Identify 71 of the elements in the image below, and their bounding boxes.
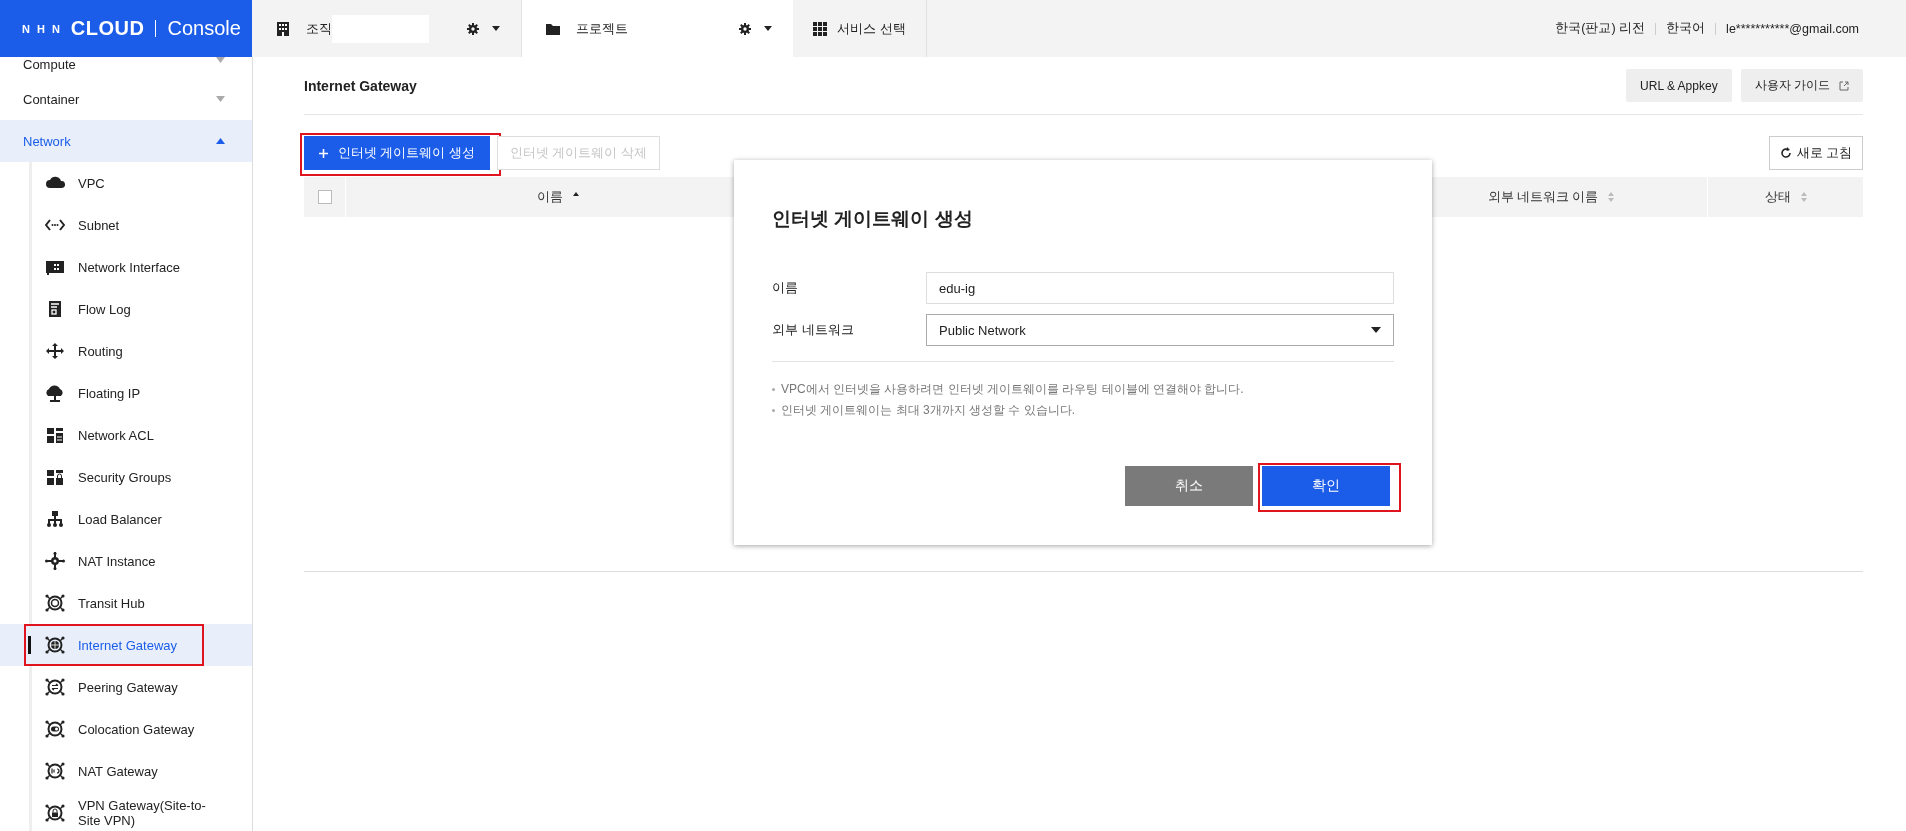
page-title: Internet Gateway bbox=[304, 77, 417, 94]
plus-icon bbox=[319, 148, 328, 158]
account-email[interactable]: le***********@gmail.com bbox=[1726, 21, 1859, 36]
building-icon bbox=[276, 21, 290, 36]
sidebar-item[interactable]: Subnet bbox=[0, 204, 252, 246]
sidebar-category[interactable]: Container bbox=[0, 78, 252, 120]
toggle-icon bbox=[45, 720, 65, 738]
column-header[interactable]: 상태 bbox=[1764, 188, 1791, 206]
logo: NHN CLOUD Console bbox=[0, 0, 252, 57]
sidebar-item[interactable]: Flow Log bbox=[0, 288, 252, 330]
sidebar-item[interactable]: NAT Gateway bbox=[0, 750, 252, 792]
grid-icon bbox=[45, 426, 65, 444]
sidebar-item[interactable]: Floating IP bbox=[0, 372, 252, 414]
caret-icon bbox=[491, 24, 501, 33]
project-selector[interactable]: 프로젝트 bbox=[522, 0, 793, 57]
card-icon bbox=[45, 258, 65, 276]
region-selector[interactable]: 한국(판교) 리전 bbox=[1555, 20, 1646, 37]
caret-icon bbox=[763, 24, 773, 33]
column-header[interactable]: 이름 bbox=[537, 188, 563, 206]
sidebar-item[interactable]: Security Groups bbox=[0, 456, 252, 498]
url-appkey-button[interactable]: URL & Appkey bbox=[1626, 69, 1732, 102]
folder-icon bbox=[546, 21, 560, 36]
refresh-button[interactable]: 새로 고침 bbox=[1768, 136, 1863, 170]
column-header[interactable]: 외부 네트워크 이름 bbox=[1487, 188, 1599, 206]
sidebar-item[interactable]: Transit Hub bbox=[0, 582, 252, 624]
dialog-title: 인터넷 게이트웨이 생성 bbox=[772, 207, 974, 231]
globe-icon bbox=[45, 636, 65, 654]
lock-icon bbox=[45, 804, 65, 822]
caret-down-icon bbox=[216, 96, 225, 102]
select-all-checkbox[interactable] bbox=[317, 190, 332, 204]
signal-icon bbox=[45, 762, 65, 780]
create-button[interactable]: 인터넷 게이트웨이 생성 bbox=[304, 136, 490, 170]
sidebar-category[interactable]: Compute bbox=[0, 57, 252, 78]
gear-icon bbox=[739, 22, 751, 35]
sidebar-item[interactable]: Load Balancer bbox=[0, 498, 252, 540]
note-text: VPC에서 인터넷을 사용하려면 인터넷 게이트웨이를 라우팅 테이블에 연결해야 합니다. bbox=[781, 381, 1244, 398]
sidebar-item[interactable]: Network ACL bbox=[0, 414, 252, 456]
hierarchy-icon bbox=[45, 510, 65, 528]
sidebar-item[interactable]: VPN Gateway(Site-to-Site VPN) bbox=[0, 792, 252, 831]
arrows-icon bbox=[45, 342, 65, 360]
refresh-icon bbox=[1779, 147, 1792, 159]
sidebar-item[interactable]: Internet Gateway bbox=[0, 624, 252, 666]
sidebar-item[interactable]: NAT Instance bbox=[0, 540, 252, 582]
confirm-button[interactable]: 확인 bbox=[1262, 466, 1390, 506]
node-icon bbox=[45, 552, 65, 570]
user-guide-button[interactable]: 사용자 가이드 bbox=[1740, 69, 1863, 102]
sidebar-item[interactable]: Peering Gateway bbox=[0, 666, 252, 708]
name-input-field[interactable]: edu-ig bbox=[926, 272, 1394, 304]
sidebar-category[interactable]: Network bbox=[0, 120, 252, 162]
sidebar-item[interactable]: Colocation Gateway bbox=[0, 708, 252, 750]
grid-icon bbox=[813, 21, 827, 36]
caret-up-icon bbox=[216, 138, 225, 144]
note-text: 인터넷 게이트웨이는 최대 3개까지 생성할 수 있습니다. bbox=[781, 402, 1075, 419]
language-selector[interactable]: 한국어 bbox=[1666, 20, 1706, 37]
network-select[interactable]: Public Network bbox=[926, 314, 1394, 346]
field-label: 이름 bbox=[772, 279, 799, 297]
bullet-icon bbox=[772, 409, 775, 412]
lock-grid-icon bbox=[45, 468, 65, 486]
selection-bar bbox=[28, 636, 31, 654]
bullet-icon bbox=[772, 388, 775, 391]
tree-icon bbox=[45, 384, 65, 402]
exchange-icon bbox=[45, 678, 65, 696]
field-label: 외부 네트워크 bbox=[772, 321, 855, 339]
caret-icon bbox=[1371, 327, 1381, 333]
ring-icon bbox=[45, 594, 65, 612]
gear-icon bbox=[467, 22, 479, 35]
external-link-icon bbox=[1839, 80, 1849, 91]
sidebar-item[interactable]: VPC bbox=[0, 162, 252, 204]
sidebar-item[interactable]: Network Interface bbox=[0, 246, 252, 288]
cancel-button[interactable]: 취소 bbox=[1125, 466, 1253, 506]
sidebar-item[interactable]: Routing bbox=[0, 330, 252, 372]
